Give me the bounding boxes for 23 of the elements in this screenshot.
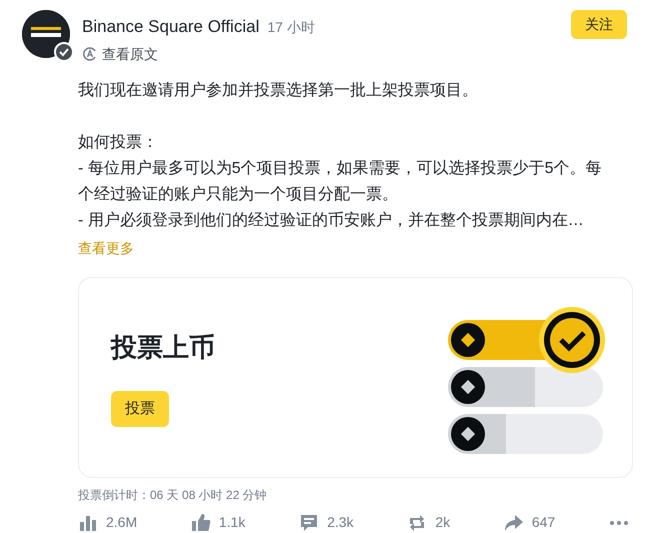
shares-count[interactable]: 647 bbox=[504, 512, 556, 533]
reposts-count[interactable]: 2k bbox=[407, 512, 450, 533]
follow-button[interactable]: 关注 bbox=[571, 10, 627, 39]
post-text: 如何投票： bbox=[78, 133, 159, 153]
more-button[interactable] bbox=[608, 520, 629, 526]
comment-icon bbox=[299, 512, 320, 532]
more-icon bbox=[608, 520, 629, 526]
comments-count[interactable]: 2.3k bbox=[299, 512, 354, 533]
translate-icon bbox=[82, 46, 98, 62]
card-title: 投票上币 bbox=[111, 330, 215, 364]
views-count[interactable]: 2.6M bbox=[78, 512, 138, 533]
post-text: 我们现在邀请用户参加并投票选择第一批上架投票项目。 bbox=[78, 80, 479, 101]
post-text: - 用户必须登录到他们的经过验证的币安账户，并在整个投票期间内在… bbox=[78, 210, 585, 231]
author-name[interactable]: Binance Square Official bbox=[82, 14, 260, 40]
vote-button[interactable]: 投票 bbox=[111, 390, 169, 428]
likes-count[interactable]: 1.1k bbox=[190, 512, 246, 533]
vote-countdown: 投票倒计时：06 天 08 小时 22 分钟 bbox=[78, 487, 268, 504]
post-text: - 每位用户最多可以为5个项目投票，如果需要，可以选择投票少于5个。每个经过验证的账户只能为一个项目分配一票。 bbox=[78, 158, 603, 205]
see-more-link[interactable]: 查看更多 bbox=[78, 238, 134, 259]
view-original-link[interactable]: 查看原文 bbox=[82, 44, 158, 64]
share-icon bbox=[504, 512, 524, 532]
thumbs-up-icon bbox=[190, 512, 211, 532]
post-time: 17 小时 bbox=[267, 18, 315, 37]
